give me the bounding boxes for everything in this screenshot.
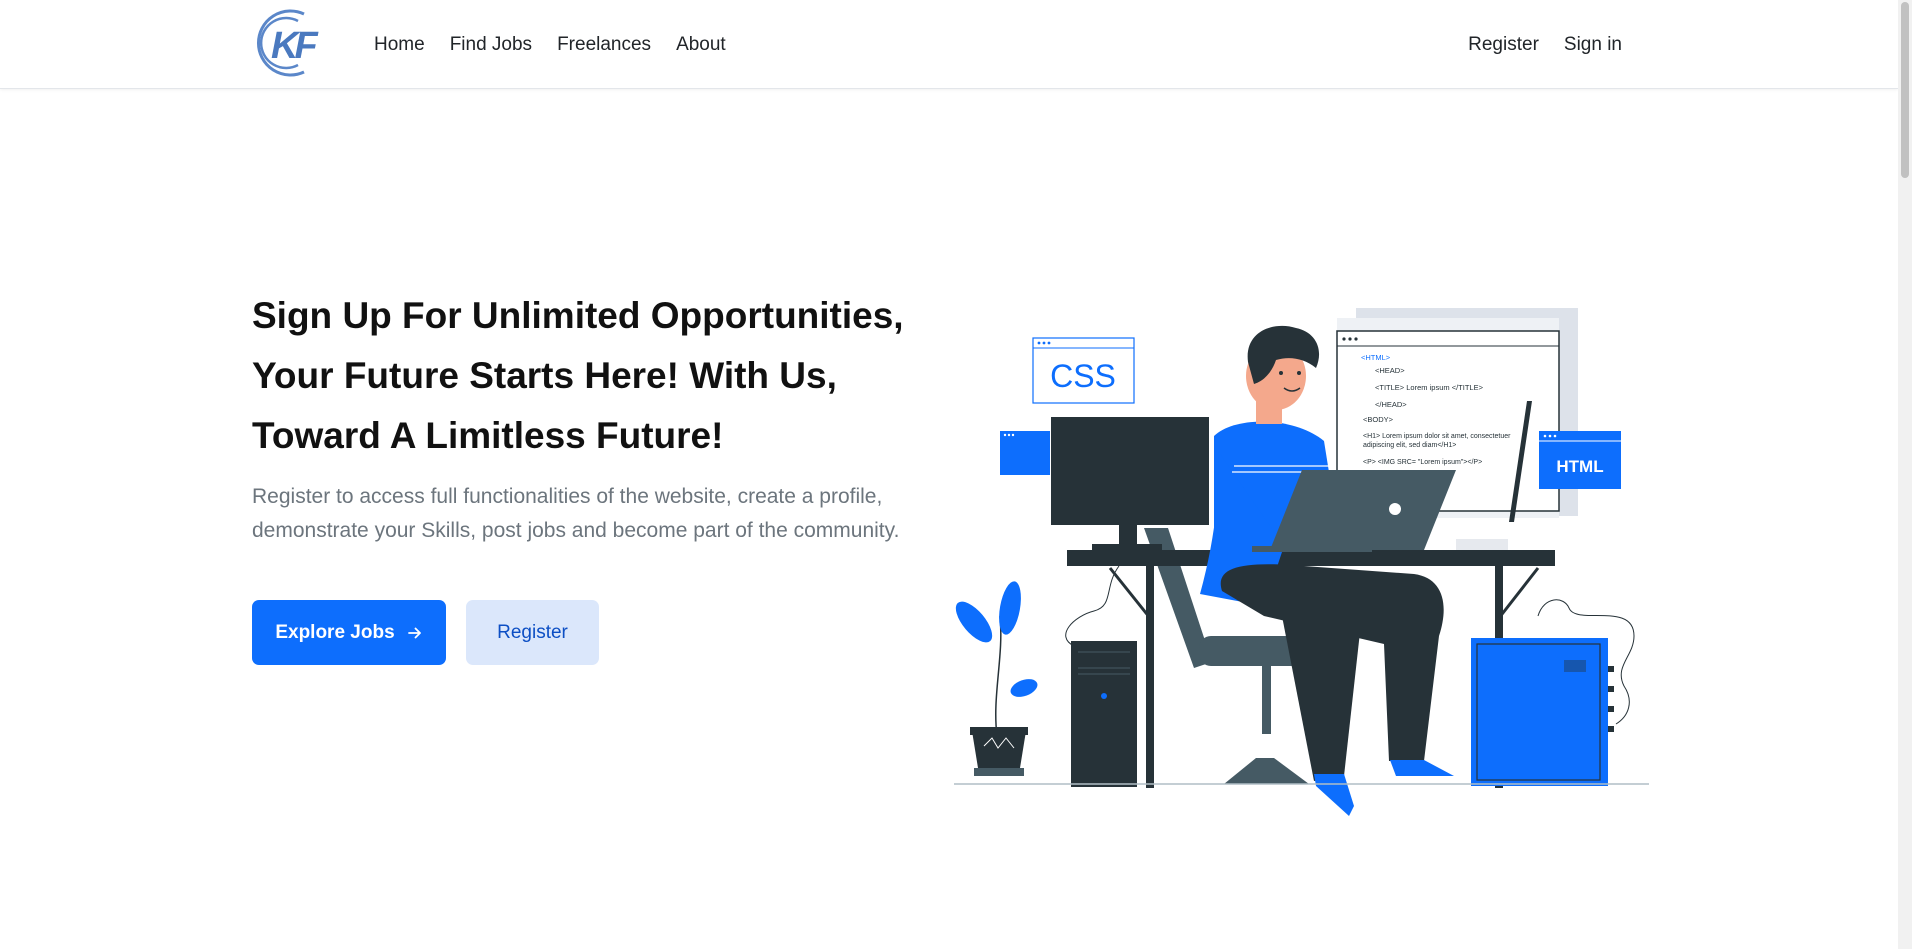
logo-text: KF [271, 25, 319, 67]
hero-buttons: Explore Jobs Register [252, 600, 599, 665]
hero-subtitle: Register to access full functionalities … [252, 485, 900, 542]
auth-nav: Register Sign in [1468, 0, 1622, 89]
code-line-8: <P> <IMG SRC= "Lorem ipsum"></P> [1363, 459, 1482, 466]
pc-tower-left [1071, 641, 1137, 787]
left-monitor [1051, 417, 1209, 550]
explore-jobs-label: Explore Jobs [275, 621, 395, 643]
code-line-4: </HEAD> [1375, 400, 1407, 409]
code-line-2: <HEAD> [1375, 366, 1405, 375]
hero-section: Sign Up For Unlimited Opportunities, You… [252, 286, 952, 548]
main-nav: Home Find Jobs Freelances About [374, 0, 726, 89]
developer-illustration: <HTML> <HEAD> <TITLE> Lorem ipsum </TITL… [954, 308, 1649, 816]
arrow-right-icon [407, 627, 421, 638]
code-line-1: <HTML> [1361, 353, 1391, 362]
page-scrollbar[interactable] [1898, 0, 1912, 949]
blue-tag-left [1000, 431, 1050, 475]
navbar: KF Home Find Jobs Freelances About Regis… [0, 0, 1898, 89]
html-tag: HTML [1539, 431, 1621, 489]
code-line-7: adipiscing elit, sed diam</H1> [1363, 442, 1456, 449]
scrollbar-thumb[interactable] [1901, 2, 1909, 178]
nav-freelances[interactable]: Freelances [557, 34, 651, 56]
explore-jobs-button[interactable]: Explore Jobs [252, 600, 446, 665]
hero-title: Sign Up For Unlimited Opportunities, You… [252, 295, 904, 456]
css-tag-text: CSS [1050, 358, 1116, 394]
nav-about[interactable]: About [676, 34, 726, 56]
nav-home[interactable]: Home [374, 34, 425, 56]
nav-register[interactable]: Register [1468, 34, 1539, 56]
code-line-6: <H1> Lorem ipsum dolor sit amet, consect… [1363, 433, 1511, 440]
code-line-3: <TITLE> Lorem ipsum </TITLE> [1375, 383, 1484, 392]
code-line-5: <BODY> [1363, 415, 1394, 424]
register-button[interactable]: Register [466, 600, 599, 665]
kf-logo[interactable]: KF [252, 8, 340, 78]
html-tag-text: HTML [1556, 457, 1603, 476]
nav-find-jobs[interactable]: Find Jobs [450, 34, 532, 56]
css-tag: CSS [1032, 337, 1135, 404]
plant [955, 581, 1038, 776]
nav-sign-in[interactable]: Sign in [1564, 34, 1622, 56]
